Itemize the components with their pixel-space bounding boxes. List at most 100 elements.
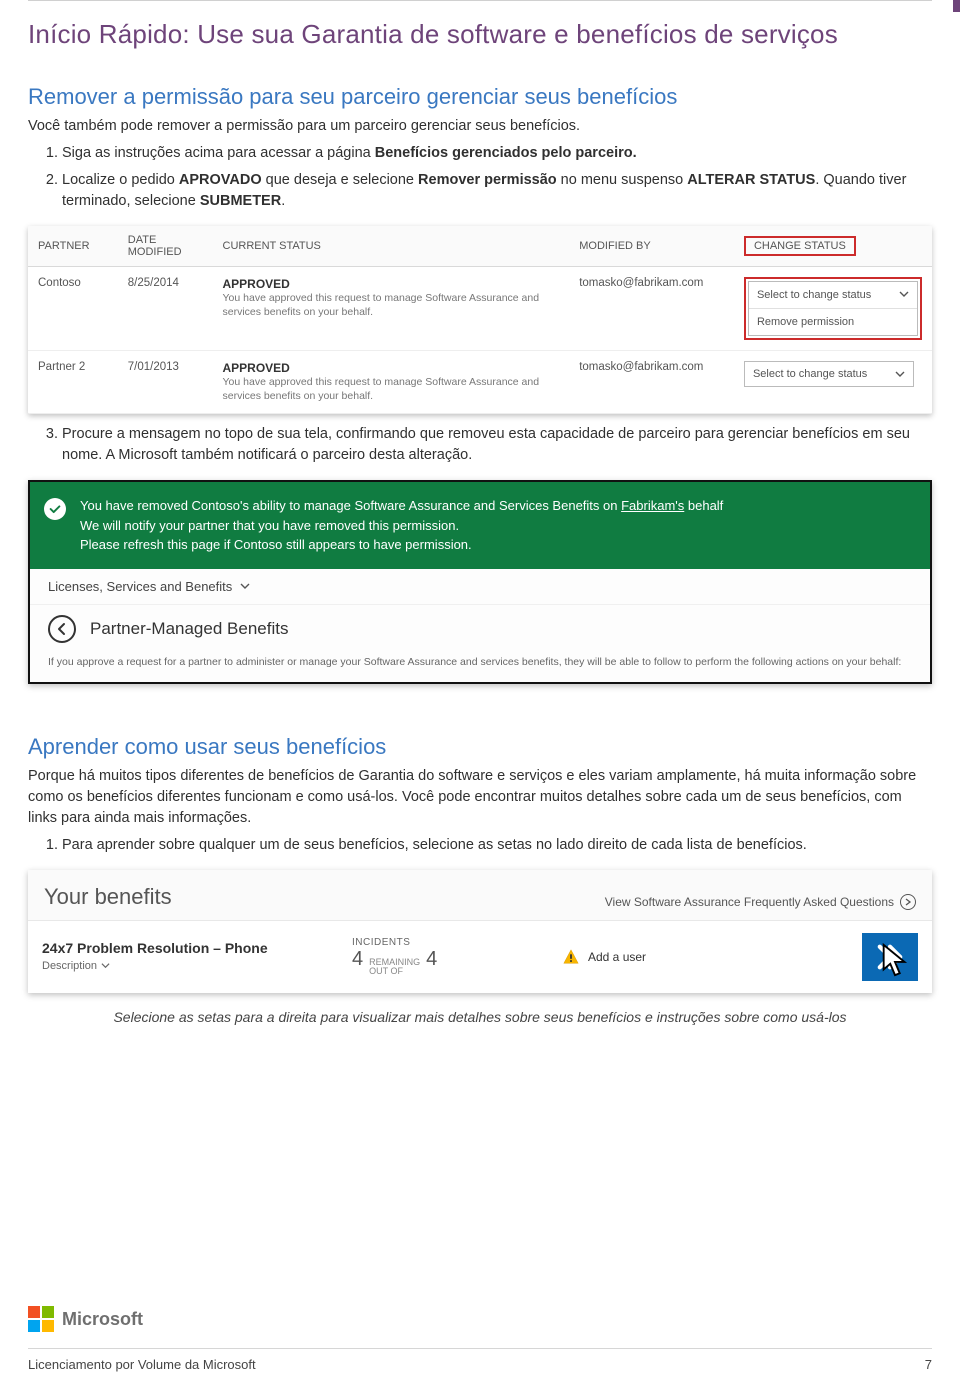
incidents-total: 4 bbox=[426, 948, 437, 971]
partner-table-screenshot: PARTNER DATE MODIFIED CURRENT STATUS MOD… bbox=[28, 226, 932, 414]
instruction-step-1: Siga as instruções acima para acessar a … bbox=[62, 143, 932, 164]
incidents-remaining: 4 bbox=[352, 948, 363, 971]
change-status-dropdown-highlighted[interactable]: Select to change status Remove permissio… bbox=[744, 277, 922, 340]
breadcrumb-dropdown[interactable]: Licenses, Services and Benefits bbox=[30, 569, 930, 605]
status-description: You have approved this request to manage… bbox=[223, 375, 560, 403]
benefit-info: 24x7 Problem Resolution – Phone Descript… bbox=[42, 940, 342, 974]
section-heading-learn-benefits: Aprender como usar seus benefícios bbox=[28, 734, 932, 760]
instruction-step-3: Procure a mensagem no topo de sua tela, … bbox=[62, 424, 932, 466]
section-heading-remove-permission: Remover a permissão para seu parceiro ge… bbox=[28, 84, 932, 110]
warning-icon bbox=[562, 948, 580, 966]
text: OUT OF bbox=[369, 967, 420, 976]
change-status-dropdown[interactable]: Select to change status bbox=[744, 361, 914, 387]
your-benefits-screenshot: Your benefits View Software Assurance Fr… bbox=[28, 870, 932, 993]
microsoft-logo: Microsoft bbox=[28, 1306, 143, 1332]
status-description: You have approved this request to manage… bbox=[223, 291, 560, 319]
expand-benefit-button[interactable] bbox=[862, 933, 918, 981]
bold-text: Benefícios gerenciados pelo parceiro. bbox=[375, 145, 637, 161]
table-row: Partner 2 7/01/2013 APPROVED You have ap… bbox=[28, 351, 932, 414]
checkmark-icon bbox=[44, 498, 66, 520]
th-change-status: CHANGE STATUS bbox=[734, 226, 932, 267]
instruction-learn-step-1: Para aprender sobre qualquer um de seus … bbox=[62, 835, 932, 856]
section-intro: Você também pode remover a permissão par… bbox=[28, 116, 932, 137]
status-approved: APPROVED bbox=[223, 277, 560, 291]
th-current-status: CURRENT STATUS bbox=[213, 226, 570, 267]
add-user-label: Add a user bbox=[588, 950, 646, 964]
bold-text: ALTERAR STATUS bbox=[687, 172, 815, 188]
partner-managed-benefits-title: Partner-Managed Benefits bbox=[90, 619, 288, 639]
dropdown-label: Select to change status bbox=[753, 368, 867, 380]
cell-partner: Contoso bbox=[28, 267, 118, 351]
text: You have removed Contoso's ability to ma… bbox=[80, 498, 621, 513]
dropdown-label: Select to change status bbox=[757, 289, 871, 301]
add-user-warning[interactable]: Add a user bbox=[562, 948, 752, 966]
chevron-down-icon bbox=[101, 961, 110, 970]
incidents-mid-text: REMAINING OUT OF bbox=[369, 958, 420, 976]
incidents-label: INCIDENTS bbox=[352, 937, 552, 948]
cell-change-status: Select to change status bbox=[734, 351, 932, 414]
banner-line-3: Please refresh this page if Contoso stil… bbox=[80, 535, 914, 555]
th-date-modified: DATE MODIFIED bbox=[118, 226, 213, 267]
back-button[interactable] bbox=[48, 615, 76, 643]
page-title: Início Rápido: Use sua Garantia de softw… bbox=[28, 1, 932, 56]
text: no menu suspenso bbox=[557, 172, 688, 188]
chevron-down-icon bbox=[895, 369, 905, 382]
bold-text: SUBMETER bbox=[200, 193, 281, 209]
th-modified-by: MODIFIED BY bbox=[569, 226, 734, 267]
instruction-list-2: Procure a mensagem no topo de sua tela, … bbox=[28, 424, 932, 466]
footer-left-text: Licenciamento por Volume da Microsoft bbox=[28, 1357, 256, 1372]
breadcrumb-label: Licenses, Services and Benefits bbox=[48, 579, 232, 594]
benefit-name: 24x7 Problem Resolution – Phone bbox=[42, 940, 342, 956]
chevron-down-icon bbox=[240, 579, 250, 594]
status-approved: APPROVED bbox=[223, 361, 560, 375]
footer-page-number: 7 bbox=[925, 1357, 932, 1372]
chevron-down-icon bbox=[899, 289, 909, 302]
benefit-description-toggle[interactable]: Description bbox=[42, 960, 110, 972]
page-accent-purple bbox=[953, 0, 960, 12]
section2-paragraph: Porque há muitos tipos diferentes de ben… bbox=[28, 766, 932, 829]
banner-line-1: You have removed Contoso's ability to ma… bbox=[80, 496, 914, 516]
text: Localize o pedido bbox=[62, 172, 179, 188]
cell-change-status: Select to change status Remove permissio… bbox=[734, 267, 932, 351]
th-partner: PARTNER bbox=[28, 226, 118, 267]
bold-text: Remover permissão bbox=[418, 172, 557, 188]
success-banner: You have removed Contoso's ability to ma… bbox=[30, 482, 930, 569]
cell-modified-by: tomasko@fabrikam.com bbox=[569, 267, 734, 351]
cell-partner: Partner 2 bbox=[28, 351, 118, 414]
arrow-right-circle-icon bbox=[900, 894, 916, 910]
page-heading-row: Partner-Managed Benefits bbox=[30, 605, 930, 655]
dropdown-selected[interactable]: Select to change status bbox=[749, 282, 917, 309]
banner-line-2: We will notify your partner that you hav… bbox=[80, 516, 914, 536]
text: . bbox=[281, 193, 285, 209]
instruction-list-3: Para aprender sobre qualquer um de seus … bbox=[28, 835, 932, 856]
partner-table: PARTNER DATE MODIFIED CURRENT STATUS MOD… bbox=[28, 226, 932, 414]
cursor-icon bbox=[878, 943, 912, 977]
faq-link[interactable]: View Software Assurance Frequently Asked… bbox=[605, 894, 916, 910]
cell-modified-by: tomasko@fabrikam.com bbox=[569, 351, 734, 414]
footer-rule bbox=[28, 1348, 932, 1349]
page-footer: Microsoft Licenciamento por Volume da Mi… bbox=[0, 1306, 960, 1372]
table-row: Contoso 8/25/2014 APPROVED You have appr… bbox=[28, 267, 932, 351]
text: que deseja e selecione bbox=[262, 172, 418, 188]
your-benefits-header: Your benefits View Software Assurance Fr… bbox=[28, 870, 932, 921]
cell-status: APPROVED You have approved this request … bbox=[213, 267, 570, 351]
bold-text: APROVADO bbox=[179, 172, 262, 188]
dropdown-option-remove-permission[interactable]: Remove permission bbox=[749, 309, 917, 335]
your-benefits-title: Your benefits bbox=[44, 884, 172, 910]
figure-caption: Selecione as setas para a direita para v… bbox=[28, 1009, 932, 1025]
highlighted-header: CHANGE STATUS bbox=[744, 236, 856, 256]
cell-date: 8/25/2014 bbox=[118, 267, 213, 351]
instruction-list-1: Siga as instruções acima para acessar a … bbox=[28, 143, 932, 212]
incidents-block: INCIDENTS 4 REMAINING OUT OF 4 bbox=[352, 937, 552, 976]
confirmation-banner-screenshot: You have removed Contoso's ability to ma… bbox=[28, 480, 932, 683]
instruction-step-2: Localize o pedido APROVADO que deseja e … bbox=[62, 170, 932, 212]
cell-date: 7/01/2013 bbox=[118, 351, 213, 414]
faq-label: View Software Assurance Frequently Asked… bbox=[605, 895, 894, 909]
microsoft-logo-text: Microsoft bbox=[62, 1309, 143, 1330]
text: Siga as instruções acima para acessar a … bbox=[62, 145, 375, 161]
text: behalf bbox=[684, 498, 723, 513]
cell-status: APPROVED You have approved this request … bbox=[213, 351, 570, 414]
microsoft-logo-icon bbox=[28, 1306, 54, 1332]
description-label: Description bbox=[42, 960, 97, 972]
benefit-row: 24x7 Problem Resolution – Phone Descript… bbox=[28, 921, 932, 993]
